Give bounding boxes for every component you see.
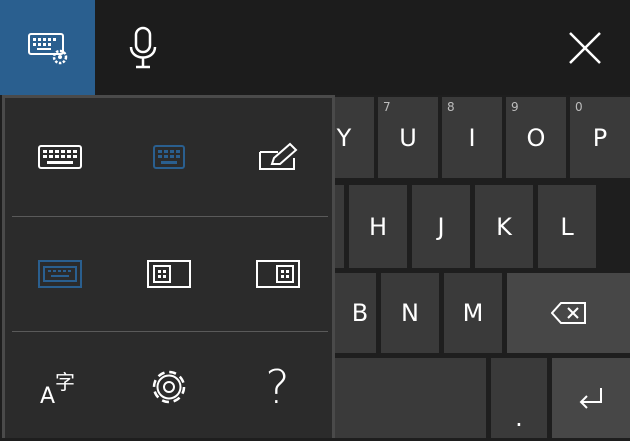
microphone-button[interactable] xyxy=(95,0,190,95)
help-icon: ? xyxy=(265,359,290,414)
key-k[interactable]: K xyxy=(475,185,533,268)
period-key[interactable]: . xyxy=(491,358,547,438)
svg-text:字: 字 xyxy=(55,370,75,394)
keyboard-layout-menu: A 字 ? xyxy=(2,95,335,438)
key-i[interactable]: 8 I xyxy=(442,97,502,178)
help-option[interactable]: ? xyxy=(223,332,332,441)
layout-menu-row-1 xyxy=(5,98,332,216)
layout-menu-row-3: A 字 ? xyxy=(5,332,332,441)
close-icon xyxy=(567,30,603,66)
key-n[interactable]: N xyxy=(381,273,439,353)
enter-icon xyxy=(577,386,605,410)
keyboard-top-bar xyxy=(0,0,630,95)
space-key[interactable] xyxy=(314,358,486,438)
docked-keyboard-icon xyxy=(37,260,82,288)
key-p[interactable]: 0 P xyxy=(570,97,630,178)
handwriting-icon xyxy=(256,142,300,172)
enter-key[interactable] xyxy=(552,358,630,438)
key-h[interactable]: H xyxy=(349,185,407,268)
key-l[interactable]: L xyxy=(538,185,596,268)
split-left-keyboard-icon xyxy=(146,260,191,288)
close-keyboard-button[interactable] xyxy=(540,0,630,95)
layout-menu-row-2 xyxy=(5,217,332,331)
key-m[interactable]: M xyxy=(444,273,502,353)
key-j[interactable]: J xyxy=(412,185,470,268)
backspace-key[interactable] xyxy=(507,273,630,353)
standard-keyboard-icon xyxy=(152,145,185,169)
language-icon: A 字 xyxy=(38,367,82,407)
keyboard-settings-icon xyxy=(26,30,70,66)
language-option[interactable]: A 字 xyxy=(5,332,114,441)
keyboard-settings-button[interactable] xyxy=(0,0,95,95)
settings-option[interactable] xyxy=(114,332,223,441)
split-left-keyboard-option[interactable] xyxy=(114,217,223,331)
full-keyboard-icon xyxy=(37,145,82,169)
full-keyboard-option[interactable] xyxy=(5,98,114,216)
backspace-icon xyxy=(550,301,587,325)
key-o[interactable]: 9 O xyxy=(506,97,566,178)
split-right-keyboard-option[interactable] xyxy=(223,217,332,331)
standard-keyboard-option[interactable] xyxy=(114,98,223,216)
key-u[interactable]: 7 U xyxy=(378,97,438,178)
split-right-keyboard-icon xyxy=(255,260,300,288)
svg-text:A: A xyxy=(40,384,55,407)
handwriting-option[interactable] xyxy=(223,98,332,216)
docked-keyboard-option[interactable] xyxy=(5,217,114,331)
settings-gear-icon xyxy=(146,364,192,410)
microphone-icon xyxy=(126,25,160,71)
